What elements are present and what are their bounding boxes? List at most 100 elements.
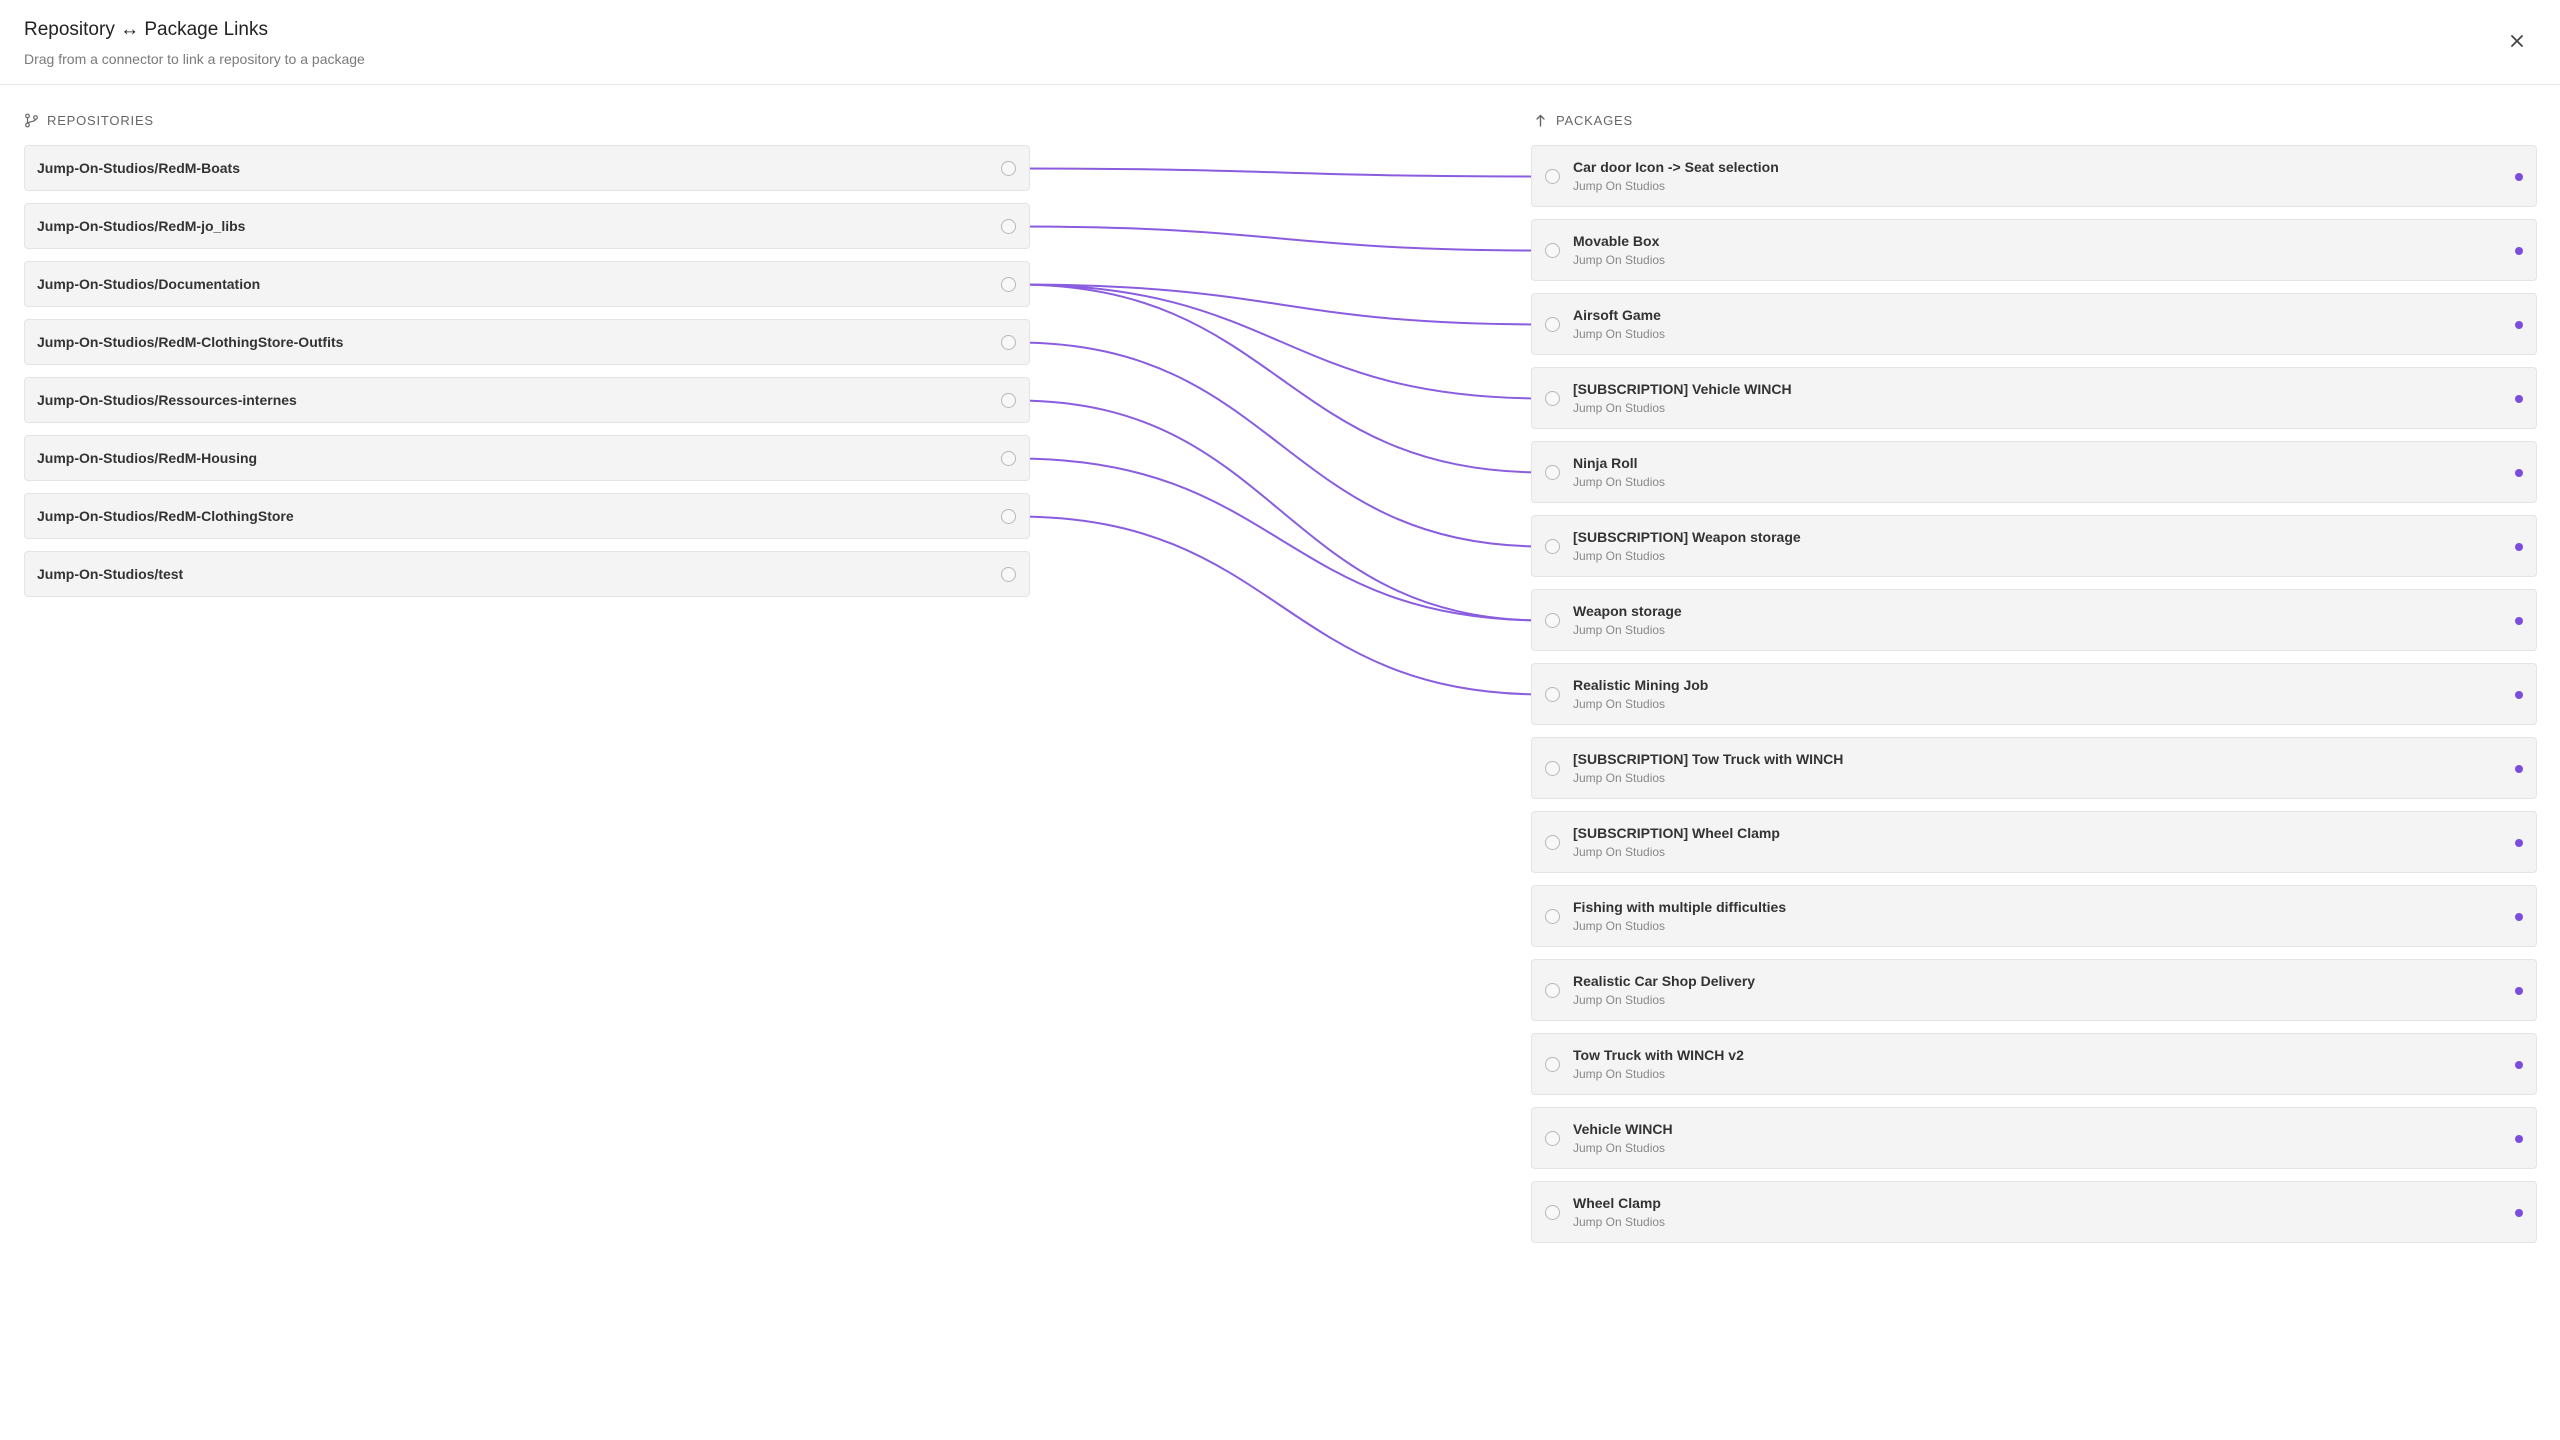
package-vendor: Jump On Studios <box>1573 1141 1666 1155</box>
repository-item[interactable]: Jump-On-Studios/RedM-ClothingStore-Outfi… <box>24 319 1030 365</box>
link-line <box>1016 515 1545 696</box>
package-vendor: Jump On Studios <box>1573 1215 1666 1229</box>
linked-indicator <box>2515 765 2523 773</box>
package-item[interactable]: [SUBSCRIPTION] Vehicle WINCH Jump On Stu… <box>1531 367 2537 429</box>
package-arrow-icon <box>1536 114 1545 127</box>
repository-connector[interactable] <box>1001 393 1016 408</box>
package-item[interactable]: Wheel Clamp Jump On Studios <box>1531 1181 2537 1243</box>
package-item[interactable]: [SUBSCRIPTION] Wheel Clamp Jump On Studi… <box>1531 811 2537 873</box>
repository-item[interactable]: Jump-On-Studios/RedM-Housing <box>24 435 1030 481</box>
repositories-heading: REPOSITORIES <box>24 110 154 130</box>
package-item[interactable]: Tow Truck with WINCH v2 Jump On Studios <box>1531 1033 2537 1095</box>
package-item[interactable]: Realistic Car Shop Delivery Jump On Stud… <box>1531 959 2537 1021</box>
repository-connector[interactable] <box>1001 219 1016 234</box>
package-vendor: Jump On Studios <box>1573 327 1666 341</box>
package-connector[interactable] <box>1545 465 1560 480</box>
package-title: Ninja Roll <box>1573 455 1638 471</box>
package-title: Car door Icon -> Seat selection <box>1573 159 1779 175</box>
repository-label: Jump-On-Studios/Ressources-internes <box>37 392 297 408</box>
package-title: Wheel Clamp <box>1573 1195 1661 1211</box>
packages-heading-label: PACKAGES <box>1556 112 1633 128</box>
package-vendor: Jump On Studios <box>1573 179 1666 193</box>
linked-indicator <box>2515 1135 2523 1143</box>
package-title: Vehicle WINCH <box>1573 1121 1673 1137</box>
package-title: Fishing with multiple difficulties <box>1573 899 1787 915</box>
repository-item[interactable]: Jump-On-Studios/test <box>24 551 1030 597</box>
linked-indicator <box>2515 395 2523 403</box>
link-line <box>1016 167 1545 178</box>
package-connector[interactable] <box>1545 687 1560 702</box>
linked-indicator <box>2515 543 2523 551</box>
close-button[interactable] <box>2504 28 2530 54</box>
package-connector[interactable] <box>1545 391 1560 406</box>
repository-connector[interactable] <box>1001 567 1016 582</box>
repository-item[interactable]: Jump-On-Studios/Documentation <box>24 261 1030 307</box>
repository-item[interactable]: Jump-On-Studios/Ressources-internes <box>24 377 1030 423</box>
repository-label: Jump-On-Studios/Documentation <box>37 276 261 292</box>
package-item[interactable]: Vehicle WINCH Jump On Studios <box>1531 1107 2537 1169</box>
package-item[interactable]: [SUBSCRIPTION] Tow Truck with WINCH Jump… <box>1531 737 2537 799</box>
package-connector[interactable] <box>1545 1057 1560 1072</box>
package-item[interactable]: Movable Box Jump On Studios <box>1531 219 2537 281</box>
package-connector[interactable] <box>1545 317 1560 332</box>
linked-indicator <box>2515 913 2523 921</box>
repository-label: Jump-On-Studios/RedM-jo_libs <box>37 218 246 234</box>
package-vendor: Jump On Studios <box>1573 253 1666 267</box>
package-item[interactable]: Fishing with multiple difficulties Jump … <box>1531 885 2537 947</box>
package-connector[interactable] <box>1545 613 1560 628</box>
link-line <box>1016 283 1545 326</box>
package-item[interactable]: Car door Icon -> Seat selection Jump On … <box>1531 145 2537 207</box>
package-title: Realistic Car Shop Delivery <box>1573 973 1756 989</box>
package-item[interactable]: Weapon storage Jump On Studios <box>1531 589 2537 651</box>
linked-indicator <box>2515 987 2523 995</box>
package-title: [SUBSCRIPTION] Weapon storage <box>1573 529 1801 545</box>
repository-connector[interactable] <box>1001 161 1016 176</box>
package-vendor: Jump On Studios <box>1573 919 1666 933</box>
package-vendor: Jump On Studios <box>1573 697 1666 711</box>
package-connector[interactable] <box>1545 539 1560 554</box>
link-line <box>1016 399 1545 622</box>
linked-indicator <box>2515 839 2523 847</box>
package-connector[interactable] <box>1545 909 1560 924</box>
repository-label: Jump-On-Studios/test <box>37 566 184 582</box>
repository-item[interactable]: Jump-On-Studios/RedM-Boats <box>24 145 1030 191</box>
page-subtitle: Drag from a connector to link a reposito… <box>24 51 365 67</box>
package-vendor: Jump On Studios <box>1573 549 1666 563</box>
repository-item[interactable]: Jump-On-Studios/RedM-jo_libs <box>24 203 1030 249</box>
link-line <box>1016 283 1545 474</box>
repository-item[interactable]: Jump-On-Studios/RedM-ClothingStore <box>24 493 1030 539</box>
package-title: Realistic Mining Job <box>1573 677 1709 693</box>
package-item[interactable]: Airsoft Game Jump On Studios <box>1531 293 2537 355</box>
repository-label: Jump-On-Studios/RedM-Boats <box>37 160 240 176</box>
package-connector[interactable] <box>1545 835 1560 850</box>
linked-indicator <box>2515 469 2523 477</box>
link-line <box>1016 283 1545 400</box>
package-item[interactable]: [SUBSCRIPTION] Weapon storage Jump On St… <box>1531 515 2537 577</box>
package-title: [SUBSCRIPTION] Tow Truck with WINCH <box>1573 751 1844 767</box>
package-vendor: Jump On Studios <box>1573 401 1666 415</box>
link-line <box>1016 341 1545 548</box>
repository-label: Jump-On-Studios/RedM-Housing <box>37 450 258 466</box>
repository-label: Jump-On-Studios/RedM-ClothingStore <box>37 508 294 524</box>
repository-connector[interactable] <box>1001 509 1016 524</box>
repository-connector[interactable] <box>1001 277 1016 292</box>
linked-indicator <box>2515 173 2523 181</box>
package-connector[interactable] <box>1545 983 1560 998</box>
package-item[interactable]: Realistic Mining Job Jump On Studios <box>1531 663 2537 725</box>
repository-label: Jump-On-Studios/RedM-ClothingStore-Outfi… <box>37 334 344 350</box>
close-icon <box>2511 35 2523 47</box>
package-item[interactable]: Ninja Roll Jump On Studios <box>1531 441 2537 503</box>
package-connector[interactable] <box>1545 1205 1560 1220</box>
package-title: Airsoft Game <box>1573 307 1661 323</box>
package-title: Tow Truck with WINCH v2 <box>1573 1047 1744 1063</box>
package-connector[interactable] <box>1545 1131 1560 1146</box>
package-connector[interactable] <box>1545 761 1560 776</box>
git-branch-icon <box>25 113 38 127</box>
package-vendor: Jump On Studios <box>1573 845 1666 859</box>
package-title: Weapon storage <box>1573 603 1682 619</box>
package-connector[interactable] <box>1545 169 1560 184</box>
package-connector[interactable] <box>1545 243 1560 258</box>
repositories-heading-label: REPOSITORIES <box>47 112 154 128</box>
repository-connector[interactable] <box>1001 451 1016 466</box>
repository-connector[interactable] <box>1001 335 1016 350</box>
